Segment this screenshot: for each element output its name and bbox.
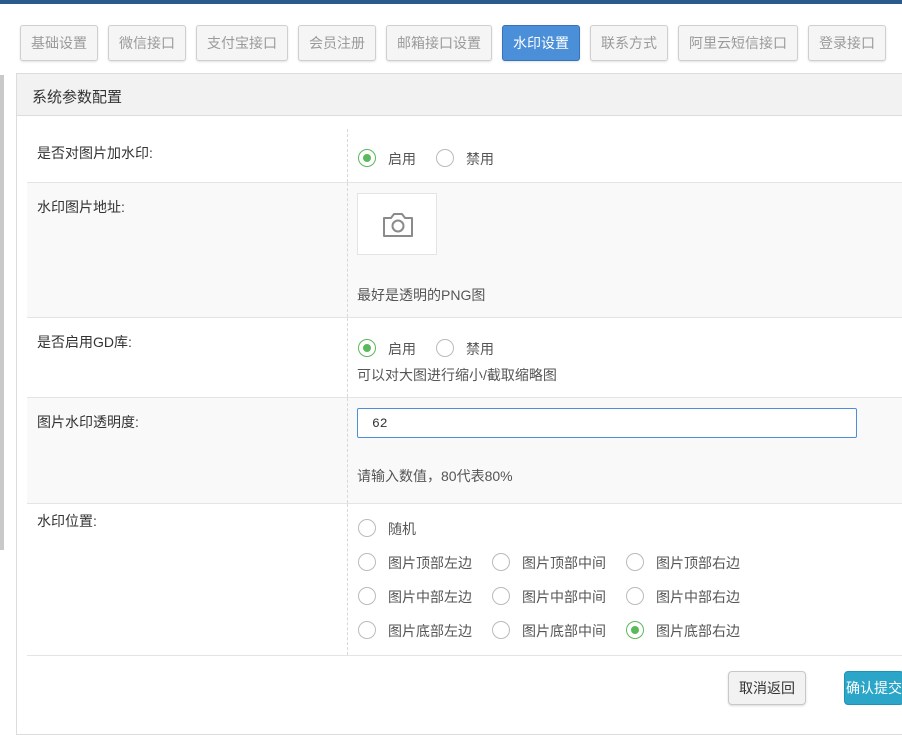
radio-position-random[interactable]: 随机 [358,518,468,542]
row-watermark-enable: 是否对图片加水印: 启用 禁用 [27,129,902,183]
radio-circle[interactable] [436,339,454,357]
radio-position-top-center[interactable]: 图片顶部中间 [492,552,612,576]
position-label: 水印位置: [37,513,97,529]
radio-gd-enable-on[interactable]: 启用 [358,338,428,362]
radio-circle-checked[interactable] [626,621,644,639]
opacity-input[interactable] [357,408,857,438]
radio-label: 图片底部右边 [656,623,740,639]
radio-gd-enable-off[interactable]: 禁用 [436,338,506,362]
radio-label: 图片中部右边 [656,589,740,605]
panel-header: 系统参数配置 [17,74,902,116]
column-divider [347,129,348,182]
radio-circle[interactable] [492,621,510,639]
radio-circle[interactable] [358,553,376,571]
radio-label: 图片底部左边 [388,623,472,639]
radio-label: 图片顶部右边 [656,555,740,571]
radio-watermark-enable-on[interactable]: 启用 [358,148,428,172]
camera-icon [383,213,413,237]
radio-circle[interactable] [358,587,376,605]
opacity-hint: 请输入数值，80代表80% [357,468,513,484]
watermark-image-label: 水印图片地址: [37,199,125,215]
radio-label: 启用 [388,151,416,167]
gd-enable-hint: 可以对大图进行缩小/截取缩略图 [357,367,557,383]
radio-label: 图片底部中间 [522,623,606,639]
radio-position-middle-right[interactable]: 图片中部右边 [626,586,746,610]
column-divider [347,183,348,317]
radio-circle[interactable] [492,553,510,571]
radio-label: 图片中部左边 [388,589,472,605]
tab-contact-info[interactable]: 联系方式 [590,25,668,61]
row-watermark-opacity: 图片水印透明度: 请输入数值，80代表80% [27,398,902,504]
column-divider [347,398,348,503]
radio-label: 图片顶部中间 [522,555,606,571]
radio-watermark-enable-off[interactable]: 禁用 [436,148,506,172]
config-panel: 系统参数配置 是否对图片加水印: 启用 禁用 水印图片地址: 最好是透明的PNG… [16,73,902,735]
tab-wechat-api[interactable]: 微信接口 [108,25,186,61]
tab-watermark-settings[interactable]: 水印设置 [502,25,580,61]
radio-label: 图片顶部左边 [388,555,472,571]
cancel-button[interactable]: 取消返回 [728,671,806,705]
tab-member-register[interactable]: 会员注册 [298,25,376,61]
submit-button[interactable]: 确认提交 [844,671,902,705]
radio-circle[interactable] [626,553,644,571]
tab-email-settings[interactable]: 邮箱接口设置 [386,25,492,61]
radio-label: 随机 [388,521,416,537]
watermark-enable-label: 是否对图片加水印: [37,145,153,161]
radio-position-bottom-left[interactable]: 图片底部左边 [358,620,478,644]
radio-position-bottom-right[interactable]: 图片底部右边 [626,620,746,644]
tab-alipay-api[interactable]: 支付宝接口 [196,25,288,61]
left-scroll-rail [0,75,4,550]
watermark-image-hint: 最好是透明的PNG图 [357,287,486,303]
radio-circle-checked[interactable] [358,339,376,357]
radio-position-top-right[interactable]: 图片顶部右边 [626,552,746,576]
panel-title: 系统参数配置 [32,89,123,106]
column-divider [347,318,348,397]
radio-label: 启用 [388,341,416,357]
column-divider [347,504,348,655]
radio-position-middle-left[interactable]: 图片中部左边 [358,586,478,610]
radio-circle[interactable] [436,149,454,167]
radio-label: 图片中部中间 [522,589,606,605]
radio-label: 禁用 [466,151,494,167]
radio-circle[interactable] [626,587,644,605]
row-gd-enable: 是否启用GD库: 启用 禁用 可以对大图进行缩小/截取缩略图 [27,318,902,398]
row-watermark-image: 水印图片地址: 最好是透明的PNG图 [27,183,902,318]
tab-aliyun-sms-api[interactable]: 阿里云短信接口 [678,25,798,61]
settings-tab-bar: 基础设置 微信接口 支付宝接口 会员注册 邮箱接口设置 水印设置 联系方式 阿里… [0,25,902,61]
top-edge-bar [0,0,902,4]
radio-position-top-left[interactable]: 图片顶部左边 [358,552,478,576]
radio-circle[interactable] [358,621,376,639]
watermark-image-upload[interactable] [357,193,437,255]
radio-circle[interactable] [358,519,376,537]
radio-label: 禁用 [466,341,494,357]
radio-position-bottom-center[interactable]: 图片底部中间 [492,620,612,644]
gd-enable-label: 是否启用GD库: [37,334,132,350]
radio-circle-checked[interactable] [358,149,376,167]
radio-position-middle-center[interactable]: 图片中部中间 [492,586,612,610]
tab-login-api[interactable]: 登录接口 [808,25,886,61]
tab-basic-settings[interactable]: 基础设置 [20,25,98,61]
radio-circle[interactable] [492,587,510,605]
row-watermark-position: 水印位置: 随机 图片顶部左边 图片顶部中间 图片顶部右边 图片中部左边 图片中… [27,504,902,656]
opacity-label: 图片水印透明度: [37,414,139,430]
